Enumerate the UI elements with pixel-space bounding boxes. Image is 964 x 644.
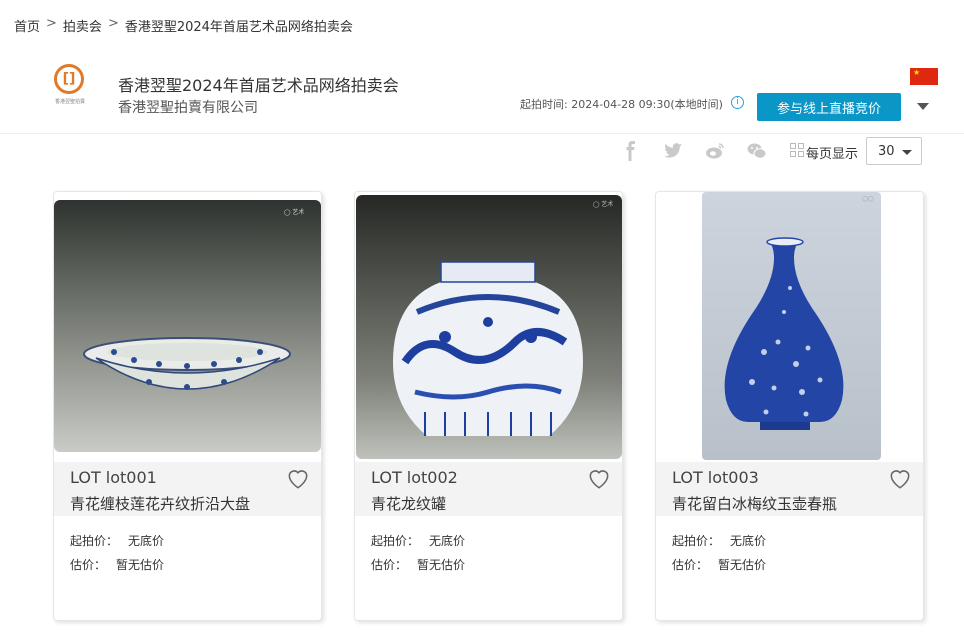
- logo-text: 香港翌聖拍賣: [54, 99, 85, 105]
- start-price-label: 起拍价：: [70, 534, 119, 548]
- breadcrumb-separator: >: [46, 16, 57, 31]
- lot-info-band: LOT lot001 青花缠枝莲花卉纹折沿大盘: [54, 462, 321, 516]
- svg-text:◯ 艺术: ◯ 艺术: [593, 200, 614, 208]
- china-flag-icon[interactable]: ★: [910, 68, 938, 85]
- facebook-icon[interactable]: [620, 141, 642, 161]
- per-page-select[interactable]: 30: [866, 137, 922, 165]
- breadcrumb-home[interactable]: 首页: [14, 16, 40, 35]
- chevron-down-icon: [902, 150, 912, 155]
- wechat-icon[interactable]: [746, 141, 768, 161]
- lot-name[interactable]: 青花缠枝莲花卉纹折沿大盘: [70, 493, 250, 514]
- per-page-label: 每页显示: [806, 147, 859, 162]
- breadcrumb-current[interactable]: 香港翌聖2024年首届艺术品网络拍卖会: [125, 16, 353, 35]
- toolbar: 每页显示 30: [0, 137, 964, 167]
- auction-house-logo: [] 香港翌聖拍賣: [48, 64, 92, 112]
- lot-card[interactable]: ◯ 艺术 LOT lot001 青花缠枝莲花卉纹折沿大盘 起拍价： 无底价 估价：…: [53, 191, 322, 621]
- start-time-value: 2024-04-28 09:30(本地时间): [571, 98, 723, 111]
- live-bid-button[interactable]: 参与线上直播竞价: [757, 93, 901, 121]
- grid-view-icon[interactable]: [790, 143, 804, 157]
- lot-image[interactable]: ◯◯: [656, 192, 923, 462]
- auction-company: 香港翌聖拍賣有限公司: [118, 100, 258, 116]
- estimate-label: 估价：: [70, 558, 107, 572]
- estimate-label: 估价：: [371, 558, 408, 572]
- estimate-row: 估价： 暂无估价: [371, 556, 465, 573]
- lot-image[interactable]: ◯ 艺术: [355, 192, 622, 462]
- weibo-icon[interactable]: [704, 141, 726, 161]
- start-price-value: 无底价: [730, 534, 767, 548]
- breadcrumb: 首页 > 拍卖会 > 香港翌聖2024年首届艺术品网络拍卖会: [14, 16, 353, 35]
- lot-info-band: LOT lot002 青花龙纹罐: [355, 462, 622, 516]
- estimate-value: 暂无估价: [417, 558, 466, 572]
- estimate-row: 估价： 暂无估价: [70, 556, 164, 573]
- lot-image[interactable]: ◯ 艺术: [54, 192, 321, 462]
- heart-icon[interactable]: [285, 465, 311, 491]
- flag-star: ★: [913, 68, 921, 77]
- estimate-value: 暂无估价: [718, 558, 767, 572]
- start-price-value: 无底价: [128, 534, 165, 548]
- auction-title: 香港翌聖2024年首届艺术品网络拍卖会: [118, 76, 399, 95]
- lot-info-band: LOT lot003 青花留白冰梅纹玉壶春瓶: [656, 462, 923, 516]
- twitter-icon[interactable]: [662, 141, 684, 161]
- heart-icon[interactable]: [887, 465, 913, 491]
- start-price-row: 起拍价： 无底价: [70, 532, 164, 549]
- auction-header: [] 香港翌聖拍賣 香港翌聖2024年首届艺术品网络拍卖会 香港翌聖拍賣有限公司…: [0, 50, 964, 134]
- start-time: 起拍时间: 2024-04-28 09:30(本地时间): [520, 96, 723, 112]
- info-icon[interactable]: i: [731, 96, 744, 109]
- breadcrumb-auctions[interactable]: 拍卖会: [63, 16, 102, 35]
- start-price-label: 起拍价：: [371, 534, 420, 548]
- lot-name[interactable]: 青花留白冰梅纹玉壶春瓶: [672, 493, 837, 514]
- estimate-row: 估价： 暂无估价: [672, 556, 766, 573]
- heart-icon[interactable]: [586, 465, 612, 491]
- lot-number[interactable]: LOT lot002: [371, 468, 458, 487]
- svg-text:◯◯: ◯◯: [862, 196, 874, 202]
- chevron-down-icon[interactable]: [917, 103, 929, 110]
- lot-name[interactable]: 青花龙纹罐: [371, 493, 446, 514]
- start-price-row: 起拍价： 无底价: [672, 532, 766, 549]
- breadcrumb-separator: >: [107, 16, 119, 31]
- start-price-value: 无底价: [429, 534, 466, 548]
- estimate-value: 暂无估价: [116, 558, 165, 572]
- start-price-row: 起拍价： 无底价: [371, 532, 465, 549]
- lot-card[interactable]: ◯ 艺术 LOT lot002 青花龙纹罐 起拍价： 无底价 估价： 暂无估价: [354, 191, 623, 621]
- start-time-label: 起拍时间:: [520, 98, 568, 111]
- logo-mark: []: [54, 64, 84, 94]
- estimate-label: 估价：: [672, 558, 709, 572]
- start-price-label: 起拍价：: [672, 534, 721, 548]
- lot-number[interactable]: LOT lot001: [70, 468, 157, 487]
- lot-number[interactable]: LOT lot003: [672, 468, 759, 487]
- svg-text:◯ 艺术: ◯ 艺术: [284, 208, 305, 216]
- per-page-value: 30: [878, 144, 895, 159]
- lot-card[interactable]: ◯◯ LOT lot003 青花留白冰梅纹玉壶春瓶 起拍价： 无底价 估价： 暂无估…: [655, 191, 924, 621]
